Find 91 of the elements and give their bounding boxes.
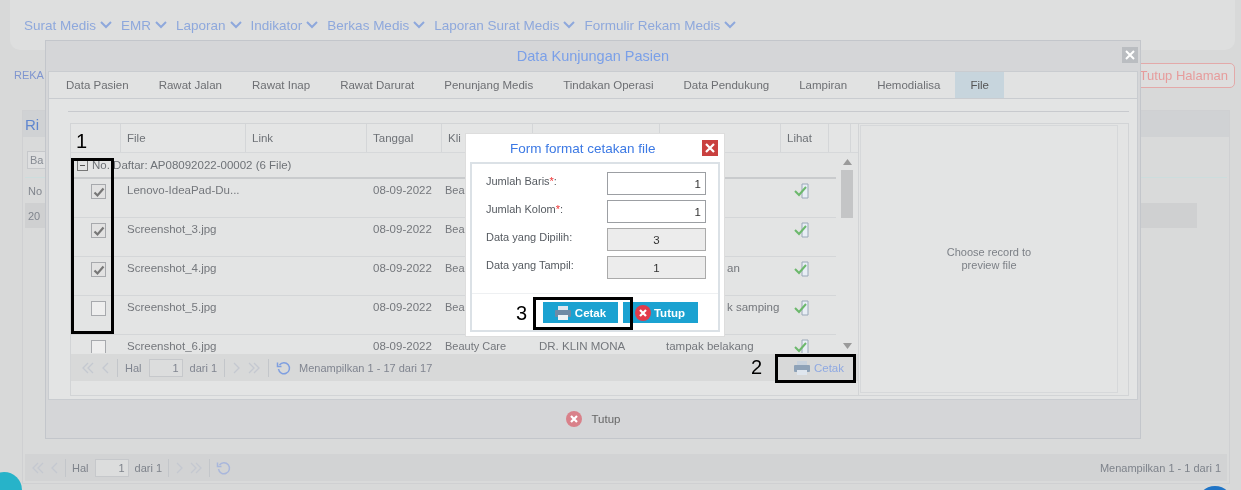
table-cell: 08-09-2022 xyxy=(373,301,432,313)
group-label: No. Daftar: AP08092022-00002 (6 File) xyxy=(92,159,292,171)
chevron-down-icon[interactable] xyxy=(229,21,242,29)
scrollbar-thumb[interactable] xyxy=(841,170,853,218)
column-header: No xyxy=(28,184,43,197)
chevron-down-icon[interactable] xyxy=(563,21,576,29)
input-field[interactable]: 3 xyxy=(607,228,706,251)
tab[interactable]: File xyxy=(955,72,1004,98)
field-label: Jumlah Kolom*: xyxy=(486,202,564,215)
step-number: 2 xyxy=(751,357,763,377)
column-header: Tanggal xyxy=(373,132,414,144)
breadcrumb: REKA xyxy=(14,69,44,81)
checkbox[interactable] xyxy=(91,301,106,316)
tab[interactable]: Hemodialisa xyxy=(862,72,956,98)
print-button[interactable]: Cetak xyxy=(542,302,618,323)
tab[interactable]: Tindakan Operasi xyxy=(548,72,669,98)
table-cell: Screenshot_4.jpg xyxy=(127,262,217,274)
panel-title: Ri xyxy=(25,115,40,133)
page-number-field[interactable]: 1 xyxy=(148,358,183,377)
table-cell: 08-09-2022 xyxy=(373,223,432,235)
close-button[interactable]: Tutup xyxy=(622,302,698,323)
checkbox[interactable] xyxy=(91,340,106,353)
table-cell: 20 xyxy=(28,209,41,222)
tab[interactable]: Data Pendukung xyxy=(668,72,785,98)
tab[interactable]: Lampiran xyxy=(784,72,863,98)
field-label: Data yang Dipilih: xyxy=(486,230,573,243)
column-header: Lihat xyxy=(787,132,812,144)
chevron-down-icon[interactable] xyxy=(155,21,168,29)
step-number: 1 xyxy=(76,131,88,151)
column-header: Kli xyxy=(448,132,461,144)
input-field[interactable]: 1 xyxy=(607,256,706,279)
field-label: Data yang Tampil: xyxy=(486,258,574,271)
table-cell: Bea xyxy=(445,262,465,274)
page-number-field[interactable]: 1 xyxy=(94,458,129,477)
scroll-up-icon[interactable] xyxy=(842,159,852,165)
column-header: Link xyxy=(252,132,274,144)
refresh-icon[interactable] xyxy=(216,459,233,476)
table-cell: tampak belakang xyxy=(666,340,754,352)
checked-document-icon[interactable] xyxy=(793,338,811,353)
close-icon[interactable] xyxy=(702,140,718,156)
table-cell: an xyxy=(727,262,740,274)
table-cell: k samping xyxy=(727,301,780,313)
tab[interactable]: Rawat Inap xyxy=(236,72,326,98)
table-cell: Bea xyxy=(445,184,465,196)
checked-document-icon[interactable] xyxy=(793,182,811,200)
close-icon xyxy=(634,304,651,321)
table-cell: DR. KLIN MONA xyxy=(539,340,626,352)
collapse-icon[interactable] xyxy=(77,159,88,171)
checked-document-icon[interactable] xyxy=(793,221,811,239)
table-cell: Beauty Care xyxy=(445,340,507,352)
tab[interactable]: Data Pasien xyxy=(51,72,144,98)
chevron-down-icon[interactable] xyxy=(306,21,319,29)
close-button[interactable]: Tutup xyxy=(559,410,627,428)
page-label: Hal xyxy=(72,461,89,474)
printer-icon xyxy=(792,359,811,376)
chevron-down-icon[interactable] xyxy=(100,21,113,29)
tab[interactable]: Rawat Jalan xyxy=(143,72,237,98)
window-title: Data Kunjungan Pasien xyxy=(516,48,670,64)
table-cell: Lenovo-IdeaPad-Du... xyxy=(127,184,240,196)
input-field[interactable]: 1 xyxy=(607,172,706,195)
tab[interactable]: Penunjang Medis xyxy=(429,72,549,98)
scroll-down-icon[interactable] xyxy=(842,343,852,349)
table-cell: 08-09-2022 xyxy=(373,340,432,352)
table-cell: Bea xyxy=(445,223,465,235)
table-cell: Screenshot_6.jpg xyxy=(127,340,217,352)
chevron-down-icon[interactable] xyxy=(724,21,737,29)
step-number: 3 xyxy=(516,303,528,323)
table-cell: 08-09-2022 xyxy=(373,262,432,274)
preview-message: Choose record to preview file xyxy=(945,246,1033,272)
column-header: File xyxy=(127,132,146,144)
table-cell: Screenshot_3.jpg xyxy=(127,223,217,235)
table-cell: Screenshot_5.jpg xyxy=(127,301,217,313)
checked-document-icon[interactable] xyxy=(793,260,811,278)
refresh-icon[interactable] xyxy=(276,359,293,376)
dialog-title: Form format cetakan file xyxy=(510,140,656,156)
page-count: dari 1 xyxy=(134,461,163,474)
pager-summary: Menampilkan 1 - 17 dari 17 xyxy=(299,361,433,374)
page-label: Hal xyxy=(125,361,142,374)
table-cell: Bea xyxy=(445,301,465,313)
tab[interactable]: Rawat Darurat xyxy=(325,72,430,98)
checkbox[interactable] xyxy=(91,262,106,277)
pager-summary: Menampilkan 1 - 1 dari 1 xyxy=(1099,461,1221,474)
printer-icon xyxy=(553,304,572,321)
input-field[interactable]: 1 xyxy=(607,200,706,223)
checkbox[interactable] xyxy=(91,223,106,238)
checkbox[interactable] xyxy=(91,184,106,199)
chevron-down-icon[interactable] xyxy=(413,21,426,29)
checked-document-icon[interactable] xyxy=(793,299,811,317)
page-count: dari 1 xyxy=(189,361,218,374)
table-cell: 08-09-2022 xyxy=(373,184,432,196)
close-icon xyxy=(565,411,582,427)
